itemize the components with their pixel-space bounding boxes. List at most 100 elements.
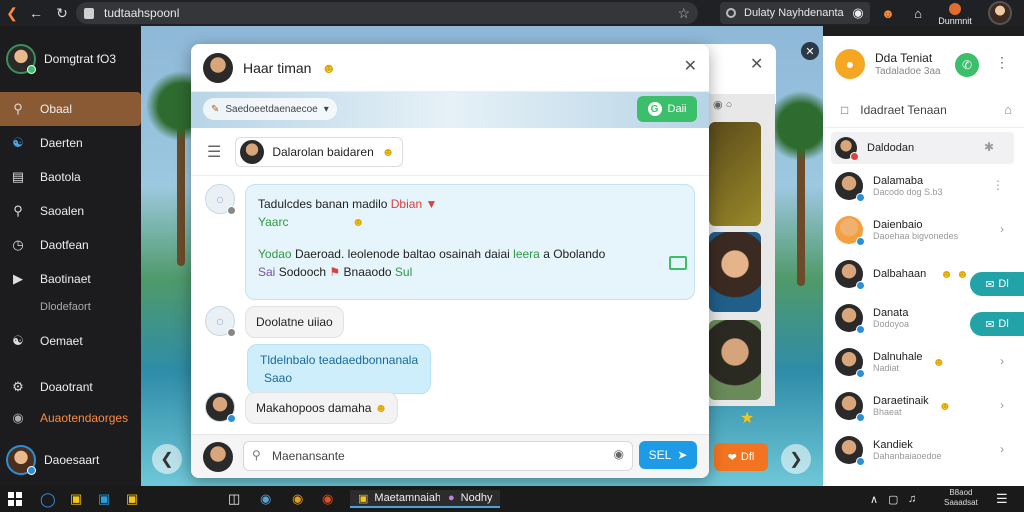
contact-item[interactable]: Kandiek Dahanbaiaoedoe › [823,428,1024,472]
contact-selector[interactable]: Dalarolan baidaren ☻ [235,136,404,167]
phone-icon[interactable]: ✆ [955,53,979,77]
top-user-menu[interactable]: Dunmnit [935,3,975,26]
sidebar-item-7[interactable]: ☯ Oemaet [0,324,141,358]
message-placeholder: Maenansante [272,449,345,463]
sidebar-item-3[interactable]: ▤ Baotola [0,160,141,194]
task-view-icon[interactable]: ◫ [228,490,240,508]
media-thumbnail[interactable] [709,122,761,226]
orange-action-button[interactable]: ❤ Dfl [714,443,768,471]
forward-arrow-icon[interactable]: ← [24,0,48,26]
emoji-icon[interactable]: ◉ [614,447,624,461]
avatar [835,348,865,378]
star-icon[interactable]: ★ [740,408,754,428]
message-text: a Obolando [543,247,606,261]
emoji-icon: ☻ [938,399,952,413]
folder-icon[interactable]: ▣ [70,490,82,508]
reload-icon[interactable]: ↻ [50,0,74,26]
sidebar-orange-item[interactable]: ◉ Auaotendaorges [0,404,141,432]
menu-icon[interactable]: ☰ [207,142,221,162]
search-pill[interactable]: ✎ Saedoeetdaenaecoe ▾ [203,98,337,120]
teal-action-button[interactable]: ✉ Dl [970,272,1024,296]
close-icon[interactable]: ✕ [750,54,763,74]
prev-arrow-icon[interactable]: ❮ [152,444,182,474]
camera-icon[interactable]: ◉ [848,3,868,23]
chat-bubble-icon[interactable] [669,256,687,270]
contact-item[interactable]: Daldodan ✱ [831,132,1014,164]
message-bubble[interactable]: Makahopoos damaha ☻ [245,392,399,424]
chrome-icon[interactable]: ◉ [292,490,303,508]
bookmark-star-icon[interactable]: ☆ [677,5,690,22]
avatar [203,52,233,83]
more-vertical-icon[interactable]: ⋮ [992,178,1004,192]
attach-icon[interactable]: ⚲ [252,448,261,462]
message-bubble[interactable]: Doolatne uiiao [245,306,344,338]
edge-icon[interactable]: ◯ [40,490,56,508]
volume-icon[interactable]: ♫ [908,490,916,508]
sidebar-item-8[interactable]: ⚙ Doaotrant [0,370,141,404]
home-icon[interactable]: ⌂ [908,3,928,23]
chat-window: Haar timan ☻ ✕ ✎ Saedoeetdaenaecoe ▾ G D… [191,44,709,478]
media-thumbnail[interactable] [709,320,761,400]
home-icon[interactable]: ⌂ [1004,102,1012,117]
close-icon[interactable]: ✕ [684,56,697,76]
sidebar-item-4[interactable]: ⚲ Saoalen [0,194,141,228]
user-mini-avatar [949,3,961,15]
profile-name: Domgtrat fO3 [44,52,117,66]
avatar-placeholder: ○ [205,184,236,215]
contact-name: Dalbahaan [873,268,927,280]
profile-avatar[interactable] [988,1,1012,25]
start-button[interactable] [8,490,22,508]
sidebar-item-2[interactable]: ☯ Daerten [0,126,141,160]
back-arrow-icon[interactable]: ❮ [0,0,24,26]
tray-chevron-icon[interactable]: ∧ [870,490,878,508]
chevron-right-icon[interactable]: › [1000,354,1004,368]
message-bubble[interactable]: Tldelnbalo teadaedbonnanala Saao [247,344,432,394]
globe-icon[interactable]: ◉ [260,490,271,508]
smile-emoji-icon: ☻ [321,59,337,76]
sidebar-bottom-profile[interactable]: Daoesaart [0,442,141,478]
app-icon: ● [448,492,455,504]
green-action-button[interactable]: G Daii [637,96,697,122]
more-vertical-icon[interactable]: ⋮ [995,54,1009,71]
right-panel-subtitle: Tadaladoe 3aa [875,66,941,78]
chevron-down-icon: ▾ [323,103,329,115]
message-composer: ⚲ Maenansante ◉ SEL ➤ [191,434,709,478]
taskbar-app-button[interactable]: ● Nodhy [440,490,501,508]
sidebar-item-5[interactable]: ◷ Daotfean [0,228,141,262]
message-input[interactable]: ⚲ Maenansante ◉ [243,441,633,471]
contact-item[interactable]: Dalamaba Dacodo dog S.b3 ⋮ [823,164,1024,208]
teal-action-button[interactable]: ✉ Dl [970,312,1024,336]
sidebar-sub-item[interactable]: Dlodefaort [0,296,141,318]
contact-item[interactable]: Daraetinaik Bhaeat ☻ › [823,384,1024,428]
chevron-right-icon[interactable]: › [1000,398,1004,412]
sidebar-item-6[interactable]: ▶ Baotinaet [0,262,141,296]
contact-item[interactable]: Dalnuhale Nadiat ☻ › [823,340,1024,384]
right-panel-tab[interactable]: □ Idadraet Tenaan ⌂ [823,92,1024,128]
media-thumbnail[interactable] [709,232,761,312]
teal-button-label: Dl [998,278,1009,290]
close-icon[interactable]: ✕ [801,42,819,60]
pin-icon[interactable]: ✱ [984,140,994,154]
message-bubble[interactable]: Tadulcdes banan madilo Dbian ▼ Yaarc ☻ Y… [245,184,695,300]
system-clock[interactable]: B8aod Saaadsat [944,488,978,507]
emoji-icon[interactable]: ☻ [878,3,898,23]
people-icon: ☯ [12,333,24,348]
notification-icon[interactable]: ☰ [996,490,1008,508]
chevron-right-icon[interactable]: › [1000,442,1004,456]
taskbar-app-button[interactable]: ▣ Maetamnaiah [350,490,450,508]
chevron-right-icon[interactable]: › [1000,222,1004,236]
sidebar-profile[interactable]: Domgtrat fO3 [0,26,141,92]
left-sidebar: Domgtrat fO3 ⚲ Obaal ☯ Daerten ▤ Baotola… [0,26,141,486]
next-arrow-icon[interactable]: ❯ [781,444,811,474]
address-bar[interactable]: tudtaahspoonl ☆ [76,2,698,24]
send-button[interactable]: SEL ➤ [639,441,697,469]
firefox-icon[interactable]: ◉ [322,490,333,508]
contact-item[interactable]: Daienbaio Daoehaa bigvonedes › [823,208,1024,252]
network-icon[interactable]: ▢ [888,490,898,508]
taskbar-app-label: Maetamnaiah [374,492,442,504]
sidebar-item-1[interactable]: ⚲ Obaal [0,92,141,126]
pen-icon: ✎ [211,103,220,115]
app-icon[interactable]: ▣ [126,490,138,508]
conversation-panel: ☰ Dalarolan baidaren ☻ ○ Tadulcdes banan… [191,128,709,478]
store-icon[interactable]: ▣ [98,490,110,508]
